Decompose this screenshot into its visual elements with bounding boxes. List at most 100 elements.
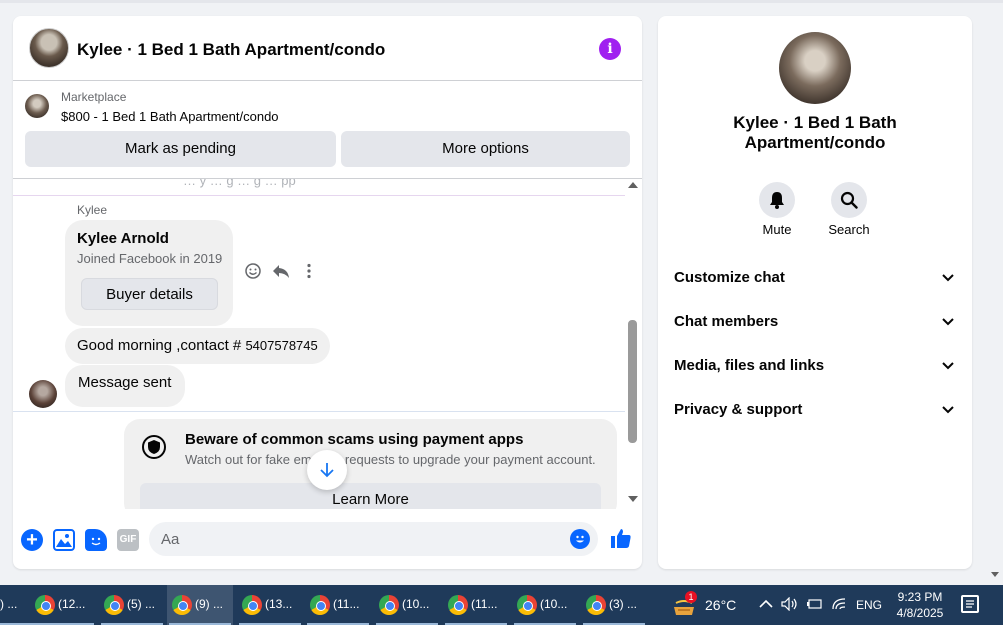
- plus-icon[interactable]: +: [21, 529, 43, 551]
- message-input[interactable]: [161, 522, 561, 556]
- message-thread[interactable]: … y … g … g … pp Kylee Kylee Arnold Join…: [13, 178, 642, 509]
- scam-warning-title: Beware of common scams using payment app…: [185, 431, 524, 448]
- divider: [13, 411, 625, 412]
- react-icon[interactable]: [243, 263, 263, 283]
- listing-title[interactable]: $800 - 1 Bed 1 Bath Apartment/condo: [61, 109, 279, 124]
- taskbar-chrome-window[interactable]: (9) ...: [167, 585, 233, 625]
- scam-warning-card: Beware of common scams using payment app…: [124, 419, 617, 509]
- search-button[interactable]: [831, 182, 867, 218]
- chrome-icon: [35, 595, 55, 615]
- notifications-icon[interactable]: [961, 595, 979, 613]
- reply-icon[interactable]: [271, 263, 291, 283]
- learn-more-button[interactable]: Learn More: [140, 483, 601, 509]
- phone-number: 5407578745: [245, 338, 318, 353]
- marketplace-label: Marketplace: [61, 90, 127, 104]
- page-scroll-down-arrow-icon[interactable]: [991, 572, 999, 577]
- sender-avatar[interactable]: [29, 380, 57, 408]
- message-composer: + GIF: [13, 516, 642, 569]
- shield-icon: [142, 435, 166, 459]
- mute-label: Mute: [762, 222, 792, 237]
- search-label: Search: [828, 222, 870, 237]
- buyer-name: Kylee Arnold: [77, 230, 169, 247]
- customize-chat-section[interactable]: Customize chat: [674, 263, 956, 293]
- gif-icon[interactable]: GIF: [117, 529, 139, 551]
- chrome-icon: [242, 595, 262, 615]
- taskbar-chrome-window[interactable]: (5) ...: [99, 585, 165, 625]
- marketplace-listing-bar: Marketplace $800 - 1 Bed 1 Bath Apartmen…: [13, 82, 642, 178]
- chat-panel: Kylee · 1 Bed 1 Bath Apartment/condo i M…: [13, 16, 642, 569]
- media-files-links-section[interactable]: Media, files and links: [674, 351, 956, 381]
- chevron-down-icon: [942, 351, 954, 381]
- mute-button[interactable]: [759, 182, 795, 218]
- chevron-down-icon: [942, 395, 954, 425]
- taskbar-chrome-window[interactable]: (11...: [305, 585, 371, 625]
- chrome-icon: [379, 595, 399, 615]
- privacy-support-section[interactable]: Privacy & support: [674, 395, 956, 425]
- message-input-wrapper: [149, 522, 598, 556]
- contact-avatar[interactable]: [29, 28, 69, 68]
- info-title: Kylee · 1 Bed 1 Bath Apartment/condo: [733, 113, 897, 152]
- taskbar-window-label: (3) ...: [609, 597, 638, 611]
- taskbar-window-label: (13...: [265, 597, 293, 611]
- taskbar-chrome-window[interactable]: (10...: [512, 585, 578, 625]
- taskbar-window-label: (10...: [540, 597, 568, 611]
- thumbs-up-icon[interactable]: [609, 527, 633, 551]
- buyer-joined: Joined Facebook in 2019: [77, 251, 223, 266]
- volume-icon[interactable]: [781, 596, 799, 614]
- mark-as-pending-button[interactable]: Mark as pending: [25, 131, 336, 167]
- date-text: 4/8/2025: [896, 606, 944, 620]
- language-indicator[interactable]: ENG: [856, 598, 882, 612]
- taskbar-chrome-window[interactable]: (12...: [30, 585, 96, 625]
- thread-scrollbar[interactable]: [625, 178, 642, 509]
- taskbar-chrome-window[interactable]: (11...: [443, 585, 509, 625]
- message-bubble[interactable]: Good morning ,contact # 5407578745: [65, 328, 330, 364]
- section-label: Customize chat: [674, 269, 785, 286]
- temperature[interactable]: 26°C: [705, 597, 736, 613]
- scroll-down-arrow-icon[interactable]: [628, 496, 638, 502]
- chat-title[interactable]: Kylee · 1 Bed 1 Bath Apartment/condo: [77, 40, 385, 60]
- scrollbar-thumb[interactable]: [628, 320, 637, 443]
- section-label: Chat members: [674, 313, 779, 330]
- info-icon[interactable]: i: [599, 38, 621, 60]
- divider: [13, 195, 625, 196]
- sticker-icon[interactable]: [85, 529, 107, 551]
- section-label: Media, files and links: [674, 357, 825, 374]
- taskbar-chrome-window[interactable]: (3) ...: [581, 585, 647, 625]
- message-bubble[interactable]: Message sent: [65, 365, 186, 407]
- scroll-to-bottom-button[interactable]: [307, 450, 347, 490]
- chevron-up-icon[interactable]: [759, 597, 773, 612]
- chrome-icon: [517, 595, 537, 615]
- more-actions-icon[interactable]: [299, 263, 319, 283]
- taskbar-window-label: (10...: [402, 597, 430, 611]
- more-options-button[interactable]: More options: [341, 131, 630, 167]
- info-avatar[interactable]: [779, 32, 851, 104]
- chat-members-section[interactable]: Chat members: [674, 307, 956, 337]
- battery-icon[interactable]: [806, 597, 824, 614]
- chrome-icon: [586, 595, 606, 615]
- chat-header: Kylee · 1 Bed 1 Bath Apartment/condo i: [13, 16, 642, 81]
- taskbar-chrome-window[interactable]: (13...: [237, 585, 303, 625]
- chrome-icon: [310, 595, 330, 615]
- chevron-down-icon: [942, 263, 954, 293]
- chevron-down-icon: [942, 307, 954, 337]
- buyer-card: Kylee Arnold Joined Facebook in 2019 Buy…: [65, 220, 233, 326]
- scroll-up-arrow-icon[interactable]: [628, 182, 638, 188]
- chrome-icon: [104, 595, 124, 615]
- scam-warning-description: Watch out for fake em r requests to upgr…: [185, 452, 596, 467]
- emoji-icon[interactable]: [570, 529, 590, 549]
- time-text: 9:23 PM: [897, 590, 943, 604]
- taskbar-chrome-window[interactable]: (10...: [374, 585, 440, 625]
- listing-thumbnail[interactable]: [25, 94, 49, 118]
- clock[interactable]: 9:23 PM 4/8/2025: [894, 589, 946, 621]
- chrome-icon: [448, 595, 468, 615]
- buyer-details-button[interactable]: Buyer details: [81, 278, 218, 310]
- message-text: Good morning ,contact #: [77, 337, 246, 354]
- bell-icon: [770, 192, 784, 209]
- taskbar-window-label: (11...: [333, 597, 360, 611]
- photo-icon[interactable]: [53, 529, 75, 551]
- weather-badge: 1: [685, 591, 697, 603]
- chrome-icon: [172, 595, 192, 615]
- wifi-icon[interactable]: [831, 597, 847, 614]
- section-label: Privacy & support: [674, 401, 803, 418]
- sender-name: Kylee: [77, 203, 108, 217]
